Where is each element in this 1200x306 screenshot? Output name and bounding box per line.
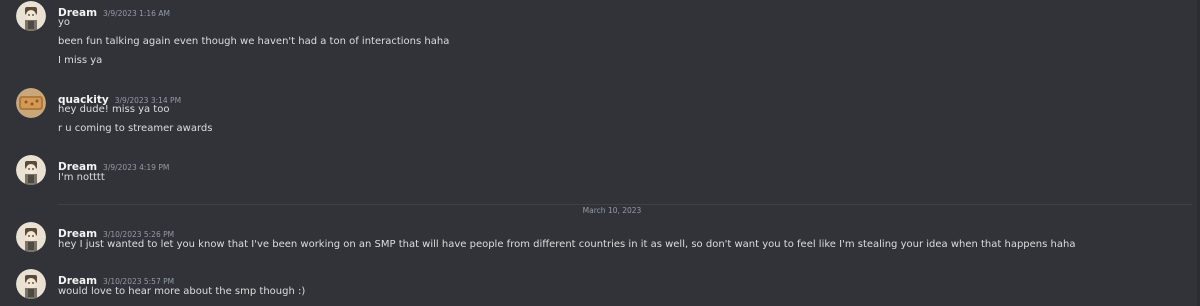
dream-avatar-icon[interactable] <box>16 269 46 299</box>
message-text: I'm notttt <box>58 172 105 183</box>
date-divider-label: March 10, 2023 <box>576 206 648 215</box>
message-text: yo <box>58 17 71 28</box>
dream-avatar-icon[interactable] <box>16 222 46 252</box>
message-text: I miss ya <box>58 55 103 66</box>
timestamp: 3/9/2023 1:16 AM <box>103 9 170 18</box>
message-text: hey dude! miss ya too <box>58 104 170 115</box>
message-header: Dream 3/9/2023 1:16 AM <box>58 1 170 20</box>
message-text: hey I just wanted to let you know that I… <box>58 239 1076 250</box>
date-divider: March 10, 2023 <box>0 198 1200 217</box>
timestamp: 3/10/2023 5:26 PM <box>103 230 175 239</box>
message-text: r u coming to streamer awards <box>58 123 213 134</box>
quackity-avatar-icon[interactable] <box>16 88 46 118</box>
dream-avatar-icon[interactable] <box>16 155 46 185</box>
chat-message-list: Dream 3/9/2023 1:16 AM yo been fun talkin… <box>0 0 1200 306</box>
timestamp: 3/9/2023 4:19 PM <box>103 163 170 172</box>
message-text: been fun talking again even though we ha… <box>58 36 450 47</box>
dream-avatar-icon[interactable] <box>16 1 46 31</box>
date-divider-line <box>58 204 1192 205</box>
message-text: would love to hear more about the smp th… <box>58 286 306 297</box>
timestamp: 3/10/2023 5:57 PM <box>103 277 175 286</box>
